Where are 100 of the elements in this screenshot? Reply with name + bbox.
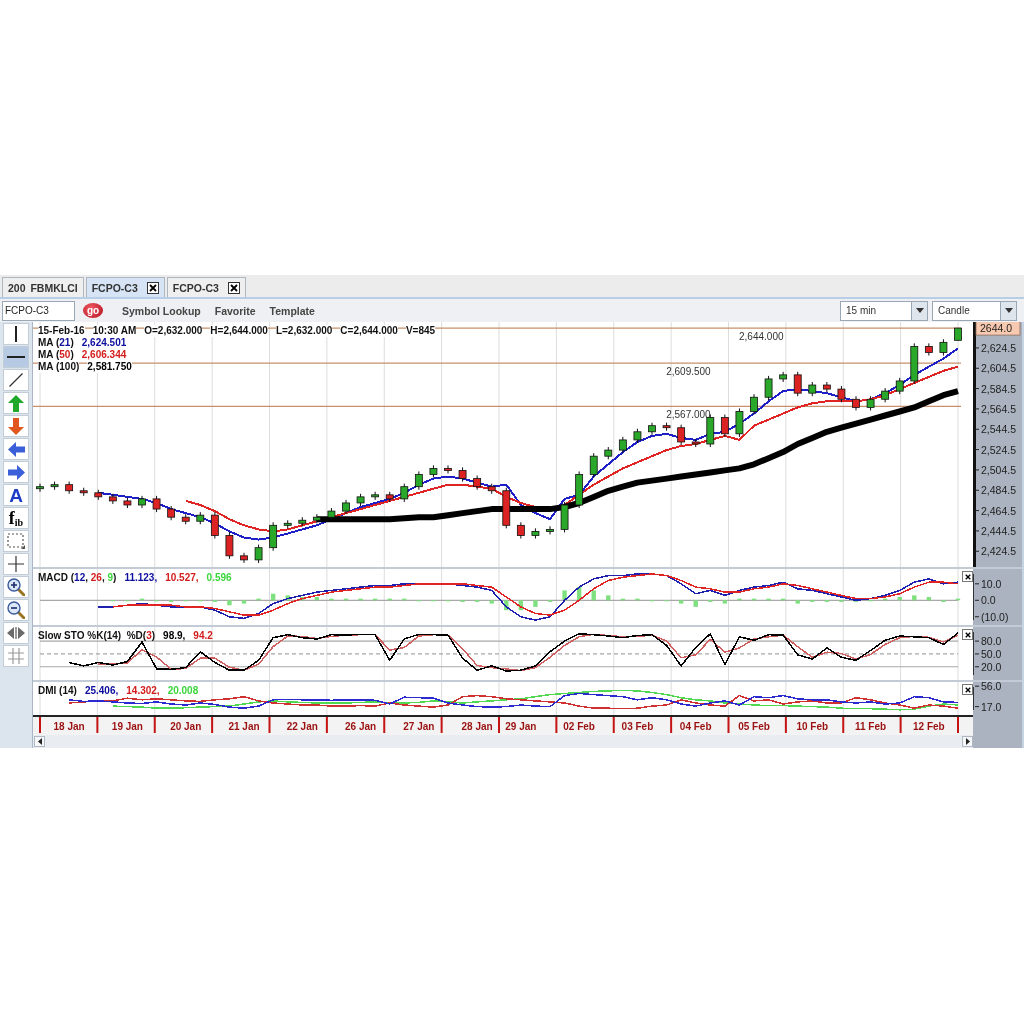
indicator-value: 98.9, [163, 630, 186, 641]
moving-average-value: 2,624.501 [81, 337, 127, 349]
indicator-value: 0.596 [206, 572, 232, 583]
axis-label: 2,424.5 [981, 545, 1017, 558]
panel-close-button[interactable] [962, 684, 973, 695]
scroll-left-button[interactable] [34, 736, 45, 747]
moving-average-value: 2,606.344 [81, 349, 127, 361]
moving-average-value: 2,581.750 [87, 361, 132, 373]
right-triangle-icon [965, 738, 970, 745]
chart-tab[interactable]: FCPO-C3 [85, 277, 165, 297]
date-label: 12 Feb [913, 721, 945, 732]
pan-tool[interactable] [3, 622, 29, 644]
go-button[interactable]: go [83, 303, 103, 318]
quote-value: H=2,644.000 [210, 325, 268, 337]
quote-value: 10:30 AM [92, 325, 137, 337]
quote-value: O=2,632.000 [144, 325, 203, 337]
crosshair-tool[interactable] [3, 553, 29, 575]
indicator-title: MACD (12, 26, 9) [38, 572, 117, 583]
fibonacci-tool[interactable]: f$_{ib}$ [3, 507, 29, 529]
close-icon [964, 631, 971, 638]
diagonal-line-icon [9, 373, 23, 387]
date-label: 26 Jan [345, 721, 377, 732]
last-price-label: 2644.0 [975, 322, 1021, 336]
date-label: 03 Feb [621, 721, 654, 732]
axis-label: 56.0 [981, 682, 1002, 693]
close-icon [964, 573, 971, 580]
indicator-value: 14.302, [126, 685, 160, 696]
date-label: 18 Jan [53, 721, 85, 732]
date-label: 27 Jan [403, 721, 435, 732]
quote-value: L=2,632.000 [275, 325, 333, 337]
split-arrows-icon [7, 627, 25, 639]
tab-close-button[interactable] [227, 281, 240, 294]
zoom-in-button[interactable] [3, 576, 29, 598]
trend-line-tool[interactable] [3, 369, 29, 391]
indicator-value: 94.2 [193, 630, 213, 641]
menu-link[interactable]: Symbol Lookup [122, 304, 201, 317]
indicator-value: 25.406, [84, 685, 119, 696]
axis-label: (10.0) [981, 610, 1009, 623]
scroll-right-button[interactable] [962, 736, 973, 747]
vertical-line-tool[interactable] [3, 323, 29, 345]
caret-icon [915, 308, 924, 313]
up-arrow-icon [8, 394, 24, 412]
chart-type-select[interactable]: Candle [932, 300, 1017, 321]
panel-close-button[interactable] [962, 629, 973, 640]
axis-label: 2,464.5 [981, 504, 1017, 517]
panel-close-button[interactable] [962, 571, 973, 582]
left-triangle-icon [37, 738, 42, 745]
horizontal-scrollbar[interactable] [33, 735, 973, 748]
date-label: 20 Jan [170, 721, 202, 732]
axis-label: 2,624.5 [981, 341, 1017, 354]
date-label: 29 Jan [505, 721, 537, 732]
symbol-input[interactable]: FCPO-C3 [2, 300, 75, 321]
price-level-label: 2,609.500 [666, 366, 711, 378]
right-arrow-icon [7, 464, 25, 480]
menu-link[interactable]: Template [269, 304, 315, 317]
quote-value: 15-Feb-16 [38, 325, 85, 337]
up-arrow-tool[interactable] [3, 392, 29, 414]
down-arrow-tool[interactable] [3, 415, 29, 437]
close-icon [229, 283, 238, 292]
axis-label: 10.0 [981, 577, 1002, 590]
axis-label: 2,544.5 [981, 423, 1017, 436]
moving-average-title: MA (21) [38, 337, 74, 349]
zoom-out-icon [7, 601, 25, 619]
indicator-value: 11.123, [124, 572, 158, 583]
axis-label: 2,584.5 [981, 382, 1017, 395]
right-arrow-tool[interactable] [3, 461, 29, 483]
axis-label: 2,444.5 [981, 524, 1017, 537]
axis-label: 2,564.5 [981, 402, 1017, 415]
date-label: 10 Feb [796, 721, 829, 732]
date-label: 04 Feb [679, 721, 712, 732]
axis-label: 2,524.5 [981, 443, 1017, 456]
close-icon [148, 283, 157, 292]
horizontal-line-icon [7, 356, 25, 358]
tab-close-button[interactable] [146, 281, 159, 294]
interval-select[interactable]: 15 min [840, 300, 928, 321]
axis-label: 50.0 [981, 647, 1002, 660]
date-label: 11 Feb [855, 721, 887, 732]
price-level-label: 2,567.000 [666, 409, 711, 421]
zoom-in-icon [7, 578, 25, 596]
chart-tab[interactable]: FCPO-C3 [166, 277, 246, 297]
indicator-value: 20.008 [167, 685, 199, 696]
chart-tab[interactable]: 200 FBMKLCI [2, 277, 84, 297]
menu-link[interactable]: Favorite [214, 304, 256, 317]
indicator-title: DMI (14) [38, 685, 77, 696]
zoom-out-button[interactable] [3, 599, 29, 621]
caret-icon [1004, 308, 1013, 313]
axis-label: 80.0 [981, 635, 1002, 648]
price-level-label: 2,644.000 [739, 331, 784, 343]
left-arrow-tool[interactable] [3, 438, 29, 460]
axis-label: 17.0 [981, 700, 1002, 713]
dashed-rectangle-icon [7, 533, 25, 549]
date-label: 28 Jan [461, 721, 493, 732]
quote-value: C=2,644.000 [340, 325, 398, 337]
close-icon [964, 686, 971, 693]
indicator-title: Slow STO %K(14) %D(3) [38, 630, 156, 641]
text-tool[interactable]: A [3, 484, 29, 506]
horizontal-line-tool[interactable] [3, 346, 29, 368]
moving-average-title: MA (50) [38, 349, 74, 361]
down-arrow-icon [8, 417, 24, 435]
select-area-tool[interactable] [3, 530, 29, 552]
